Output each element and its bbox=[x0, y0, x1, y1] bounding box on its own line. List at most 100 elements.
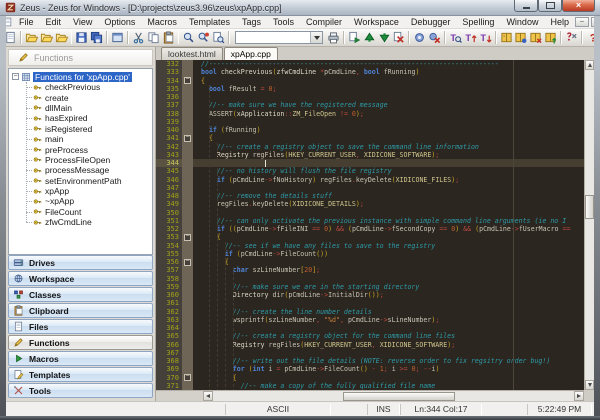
code-text[interactable]: { bbox=[193, 233, 584, 241]
code-text[interactable] bbox=[193, 184, 584, 192]
maximize-button[interactable] bbox=[538, 0, 562, 12]
tree-item-preProcess[interactable]: preProcess bbox=[17, 144, 152, 154]
editor-tab-looktest.html[interactable]: looktest.html bbox=[161, 47, 223, 60]
previous-tag-icon[interactable]: T bbox=[478, 30, 493, 46]
save-icon[interactable] bbox=[74, 30, 89, 46]
menu-window[interactable]: Window bbox=[500, 16, 544, 28]
menu-edit[interactable]: Edit bbox=[40, 16, 68, 28]
code-text[interactable]: if (fRunning) bbox=[193, 126, 584, 134]
code-text[interactable]: if ((pCmdLine->fFileINI == 0) && (pCmdLi… bbox=[193, 225, 584, 233]
scroll-down-button[interactable] bbox=[585, 380, 594, 390]
find-in-files-icon[interactable] bbox=[211, 30, 226, 46]
tree-item-dllMain[interactable]: dllMain bbox=[17, 103, 152, 113]
sidebar-panel-files[interactable]: Files bbox=[8, 319, 153, 334]
code-text[interactable]: Registry regFiles(HKEY_CURRENT_USER, XID… bbox=[193, 151, 584, 159]
next-error-icon[interactable] bbox=[377, 30, 392, 46]
code-text[interactable]: bool checkPrevious(zfwCmdLine *pCmdLine,… bbox=[193, 68, 584, 76]
code-text[interactable]: //-- can only activate the previous inst… bbox=[193, 217, 584, 225]
menu-options[interactable]: Options bbox=[98, 16, 141, 28]
tree-item-zfwCmdLine[interactable]: zfwCmdLine bbox=[17, 217, 152, 227]
scroll-right-button[interactable] bbox=[574, 391, 584, 401]
code-text[interactable]: //--------------------------------------… bbox=[193, 60, 584, 68]
open-file-icon[interactable] bbox=[24, 30, 39, 46]
code-text[interactable]: { bbox=[193, 134, 584, 142]
menu-help[interactable]: Help bbox=[544, 16, 575, 28]
tree-item-xpApp[interactable]: xpApp bbox=[17, 186, 152, 196]
fold-collapse-icon[interactable]: − bbox=[184, 135, 191, 142]
minimize-button[interactable] bbox=[514, 0, 538, 12]
code-text[interactable] bbox=[193, 275, 584, 283]
close-button[interactable]: × bbox=[562, 0, 595, 12]
next-tag-icon[interactable]: T bbox=[463, 30, 478, 46]
menu-debugger[interactable]: Debugger bbox=[405, 16, 457, 28]
code-text[interactable]: if (pCmdLine->FileCount()) bbox=[193, 250, 584, 258]
code-text[interactable]: Registry regFiles(HKEY_CURRENT_USER, XID… bbox=[193, 341, 584, 349]
save-all-icon[interactable] bbox=[89, 30, 104, 46]
search-combobox[interactable] bbox=[235, 31, 323, 44]
sidebar-panel-templates[interactable]: Templates bbox=[8, 367, 153, 382]
menu-tools[interactable]: Tools bbox=[267, 16, 300, 28]
tree-item-checkPrevious[interactable]: checkPrevious bbox=[17, 82, 152, 92]
code-text[interactable]: { bbox=[193, 77, 584, 85]
find-tag-icon[interactable]: T bbox=[448, 30, 463, 46]
code-text[interactable] bbox=[193, 299, 584, 307]
copy-icon[interactable] bbox=[146, 30, 161, 46]
tree-item-ProcessFileOpen[interactable]: ProcessFileOpen bbox=[17, 155, 152, 165]
stop-build-icon[interactable] bbox=[392, 30, 407, 46]
tree-item-isRegistered[interactable]: isRegistered bbox=[17, 124, 152, 134]
debug-icon[interactable] bbox=[412, 30, 427, 46]
vertical-scroll-thumb[interactable] bbox=[585, 195, 594, 219]
code-text[interactable]: //-- create a registry object for the co… bbox=[193, 332, 584, 340]
menu-file[interactable]: File bbox=[13, 16, 40, 28]
cut-icon[interactable] bbox=[131, 30, 146, 46]
menu-spelling[interactable]: Spelling bbox=[456, 16, 500, 28]
print-icon[interactable] bbox=[326, 30, 341, 46]
sidebar-panel-workspace[interactable]: Workspace bbox=[8, 271, 153, 286]
collapse-icon[interactable]: − bbox=[12, 73, 19, 80]
tree-root[interactable]: − Functions for 'xpApp.cpp' bbox=[9, 71, 152, 82]
menu-view[interactable]: View bbox=[67, 16, 98, 28]
open-workspace-icon[interactable] bbox=[54, 30, 69, 46]
code-text[interactable]: //-- see if we have any files to save to… bbox=[193, 242, 584, 250]
fold-collapse-icon[interactable]: − bbox=[184, 259, 191, 266]
code-text[interactable] bbox=[193, 118, 584, 126]
menu-workspace[interactable]: Workspace bbox=[348, 16, 405, 28]
chevron-down-icon[interactable] bbox=[310, 32, 322, 43]
code-text[interactable]: //-- create the line number details bbox=[193, 308, 584, 316]
code-text[interactable]: //-- write out the file details (NOTE: r… bbox=[193, 357, 584, 365]
code-text[interactable]: bool fResult = 0; bbox=[193, 85, 584, 93]
code-text[interactable]: { bbox=[193, 258, 584, 266]
code-text[interactable] bbox=[193, 209, 584, 217]
code-text[interactable]: Directory dir(pCmdLine->InitialDir()); bbox=[193, 291, 584, 299]
tree-item-processMessage[interactable]: processMessage bbox=[17, 165, 152, 175]
code-text[interactable]: if (pCmdLine->fNoHistory) regFiles.keyDe… bbox=[193, 176, 584, 184]
paste-icon[interactable] bbox=[161, 30, 176, 46]
sidebar-panel-functions[interactable]: Functions bbox=[8, 335, 153, 350]
fold-collapse-icon[interactable]: − bbox=[184, 374, 191, 381]
code-text[interactable] bbox=[193, 93, 584, 101]
mdi-minimize-button[interactable]: – bbox=[575, 17, 589, 27]
sidebar-panel-clipboard[interactable]: Clipboard bbox=[8, 303, 153, 318]
print-preview-icon[interactable] bbox=[110, 30, 125, 46]
stop-debug-icon[interactable] bbox=[427, 30, 442, 46]
editor-tab-xpApp.cpp[interactable]: xpApp.cpp bbox=[224, 47, 278, 61]
code-text[interactable] bbox=[193, 349, 584, 357]
find-next-icon[interactable] bbox=[196, 30, 211, 46]
menu-compiler[interactable]: Compiler bbox=[300, 16, 348, 28]
sidebar-panel-classes[interactable]: Classes bbox=[8, 287, 153, 302]
sidebar-panel-drives[interactable]: Drives bbox=[8, 255, 153, 270]
code-text[interactable]: //-- create a registry object to save th… bbox=[193, 143, 584, 151]
horizontal-scroll-thumb[interactable] bbox=[343, 392, 455, 401]
workspace-open-icon[interactable] bbox=[499, 30, 514, 46]
code-text[interactable]: regFiles.keyDelete(XIDICONE_DETAILS); bbox=[193, 200, 584, 208]
code-text[interactable]: ASSERT(xApplication::ZM_FileOpen != 0); bbox=[193, 110, 584, 118]
sidebar-panel-tools[interactable]: Tools bbox=[8, 383, 153, 398]
workspace-save-icon[interactable] bbox=[513, 30, 528, 46]
tree-root-label[interactable]: Functions for 'xpApp.cpp' bbox=[33, 72, 132, 82]
workspace-close-icon[interactable] bbox=[528, 30, 543, 46]
workspace-build-icon[interactable] bbox=[543, 30, 558, 46]
vertical-scrollbar[interactable] bbox=[584, 60, 594, 390]
menu-tags[interactable]: Tags bbox=[236, 16, 267, 28]
compile-icon[interactable] bbox=[347, 30, 362, 46]
code-editor[interactable]: 332//-----------------------------------… bbox=[156, 60, 584, 390]
